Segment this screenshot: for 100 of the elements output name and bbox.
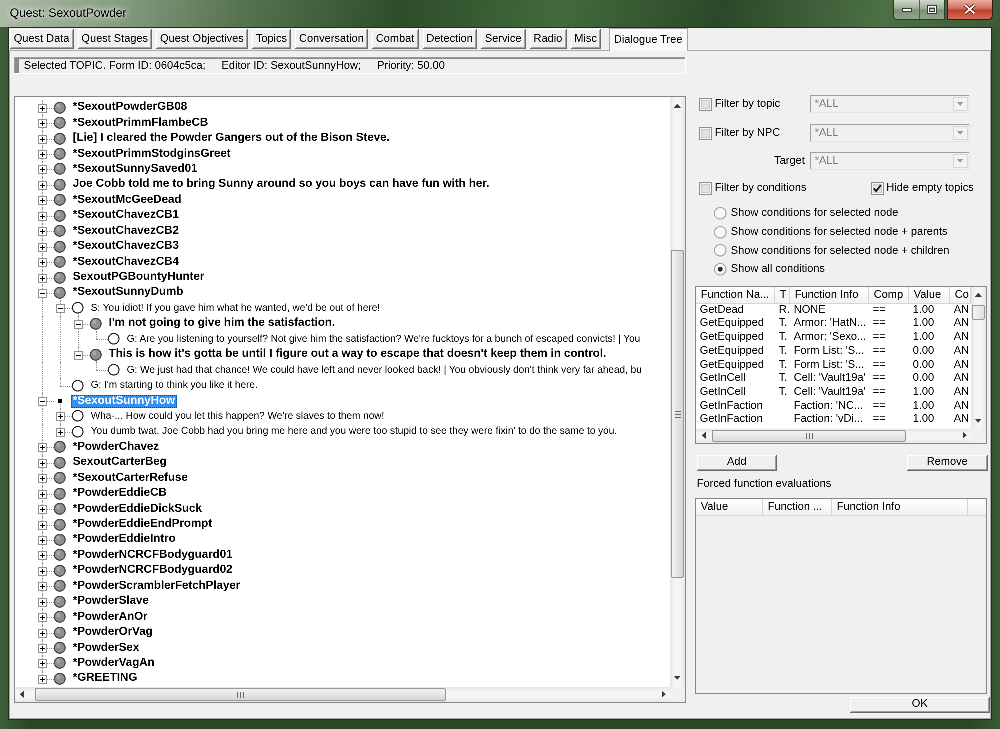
tree-item[interactable]: SexoutCarterBeg — [71, 456, 169, 470]
column-header[interactable]: Value — [909, 286, 950, 303]
tab[interactable]: Detection — [422, 29, 478, 49]
expand-toggle[interactable] — [38, 613, 47, 622]
expand-toggle[interactable] — [38, 598, 47, 607]
tree-item[interactable]: G: Are you listening to yourself? Not give him the satisfaction? We're fucktoys for a bunch of escaped convicts! | You — [125, 332, 642, 346]
collapse-toggle[interactable] — [74, 320, 83, 329]
checkbox-label[interactable]: Filter by topic — [715, 98, 780, 110]
radio-button[interactable] — [714, 262, 727, 276]
left-arrow-icon[interactable] — [20, 691, 24, 698]
scrollbar-thumb[interactable] — [35, 688, 446, 701]
up-arrow-icon[interactable] — [975, 292, 982, 297]
tree-item[interactable]: *SexoutChavezCB2 — [71, 224, 182, 238]
tree-item[interactable]: *PowderAnOr — [71, 610, 150, 624]
down-arrow-icon[interactable] — [975, 418, 982, 423]
tree-item[interactable]: *PowderEddieEndPrompt — [71, 518, 214, 532]
radio-button[interactable] — [714, 226, 727, 239]
tree-item[interactable]: *SexoutPrimmStodginsGreet — [71, 148, 233, 161]
tree-item[interactable]: *PowderSlave — [71, 595, 152, 608]
tree-item[interactable]: *SexoutPowderGB08 — [71, 101, 190, 114]
column-header[interactable]: T — [775, 286, 790, 303]
expand-toggle[interactable] — [38, 674, 47, 684]
expand-toggle[interactable] — [56, 412, 65, 422]
radio-label[interactable]: Show conditions for selected node + children — [731, 244, 950, 257]
expand-toggle[interactable] — [56, 428, 65, 437]
tab[interactable]: Quest Data — [10, 29, 74, 49]
left-arrow-icon[interactable] — [702, 432, 706, 440]
horizontal-scrollbar[interactable] — [696, 428, 971, 443]
tab[interactable]: Conversation — [295, 29, 368, 49]
tree-item[interactable]: *PowderScramblerFetchPlayer — [71, 580, 242, 593]
expand-toggle[interactable] — [38, 150, 47, 160]
ok-button[interactable]: OK — [850, 696, 990, 713]
right-arrow-icon[interactable] — [662, 691, 666, 698]
expand-toggle[interactable] — [38, 505, 47, 514]
horizontal-scrollbar[interactable] — [15, 687, 670, 702]
radio-label[interactable]: Show conditions for selected node + parents — [731, 226, 948, 238]
expand-toggle[interactable] — [38, 134, 47, 144]
tree-item[interactable]: *GREETING — [71, 672, 140, 686]
tab[interactable]: Misc — [570, 29, 602, 49]
checkbox-label[interactable]: Filter by conditions — [715, 182, 807, 194]
tab[interactable]: Quest Stages — [78, 29, 152, 49]
tree-item[interactable]: Wha-... How could you let this happen? We're slaves to them now! — [89, 410, 387, 423]
expand-toggle[interactable] — [38, 490, 47, 499]
checkbox[interactable] — [870, 182, 884, 194]
tree-item[interactable]: [Lie] I cleared the Powder Gangers out of the Bison Steve. — [71, 132, 392, 146]
vertical-scrollbar[interactable] — [670, 97, 685, 687]
expand-toggle[interactable] — [38, 165, 47, 174]
tree-item[interactable]: *PowderNCRCFBodyguard01 — [71, 548, 235, 562]
tree-item[interactable]: *SexoutChavezCB1 — [71, 209, 182, 222]
up-arrow-icon[interactable] — [674, 104, 681, 108]
tab[interactable]: Topics — [252, 29, 292, 49]
tree-item[interactable]: *SexoutChavezCB4 — [71, 256, 182, 269]
tree-item[interactable]: *PowderEddieCB — [71, 487, 169, 500]
tree-item[interactable]: This is how it's gotta be until I figure out a way to escape that doesn't keep them in control. — [107, 348, 608, 362]
expand-toggle[interactable] — [38, 582, 47, 592]
expand-toggle[interactable] — [38, 180, 47, 190]
collapse-toggle[interactable] — [38, 397, 47, 406]
column-header[interactable]: Function Na... — [696, 286, 775, 303]
vertical-scrollbar[interactable] — [971, 286, 986, 429]
expand-toggle[interactable] — [38, 644, 47, 654]
scrollbar-thumb[interactable] — [972, 304, 985, 320]
radio-button[interactable] — [714, 244, 727, 258]
expand-toggle[interactable] — [38, 458, 47, 468]
tree-item[interactable]: *PowderVagAn — [71, 656, 157, 670]
expand-toggle[interactable] — [38, 227, 47, 236]
tree-item[interactable]: *SexoutChavezCB3 — [71, 240, 182, 254]
tree-item[interactable]: *PowderChavez — [71, 440, 162, 454]
tab[interactable]: Combat — [372, 29, 419, 49]
scrollbar-thumb[interactable] — [712, 430, 906, 442]
tree-item[interactable]: G: I'm starting to think you like it here. — [89, 379, 260, 392]
close-button[interactable] — [947, 0, 993, 20]
column-header[interactable]: Function Info — [790, 286, 869, 303]
tab[interactable]: Radio — [530, 29, 567, 49]
tree-item[interactable]: *PowderEddieDickSuck — [71, 502, 204, 516]
down-arrow-icon[interactable] — [674, 676, 681, 680]
tree-item[interactable]: *SexoutSunnySaved01 — [71, 162, 200, 176]
column-header[interactable]: Function Info — [832, 498, 968, 515]
tree-item[interactable]: I'm not going to give him the satisfaction. — [107, 317, 338, 330]
tree-item[interactable]: G: We just had that chance! We could have left and never looked back! | You obviously don't think very far ahead, bu — [125, 364, 644, 377]
add-button[interactable]: Add — [697, 454, 777, 471]
checkbox-label[interactable]: Hide empty topics — [886, 182, 974, 194]
scrollbar-thumb[interactable] — [671, 250, 684, 578]
column-header[interactable]: Value — [696, 498, 763, 515]
expand-toggle[interactable] — [38, 628, 47, 638]
checkbox[interactable] — [699, 98, 712, 110]
remove-button[interactable]: Remove — [907, 454, 988, 471]
expand-toggle[interactable] — [38, 443, 47, 452]
checkbox[interactable] — [699, 126, 712, 140]
tab[interactable]: Service — [481, 29, 526, 49]
maximize-button[interactable] — [919, 0, 944, 19]
minimize-button[interactable] — [894, 0, 919, 19]
expand-toggle[interactable] — [38, 196, 47, 206]
tab[interactable]: Dialogue Tree — [609, 28, 688, 51]
tree-item[interactable]: S: You idiot! If you gave him what he wanted, we'd be out of here! — [89, 302, 382, 315]
collapse-toggle[interactable] — [38, 288, 47, 298]
expand-toggle[interactable] — [38, 258, 47, 268]
tree-item[interactable]: *SexoutCarterRefuse — [71, 472, 190, 485]
tree-item[interactable]: Joe Cobb told me to bring Sunny around so you boys can have fun with her. — [71, 178, 492, 192]
tree-item[interactable]: *SexoutMcGeeDead — [71, 194, 184, 207]
expand-toggle[interactable] — [38, 551, 47, 560]
